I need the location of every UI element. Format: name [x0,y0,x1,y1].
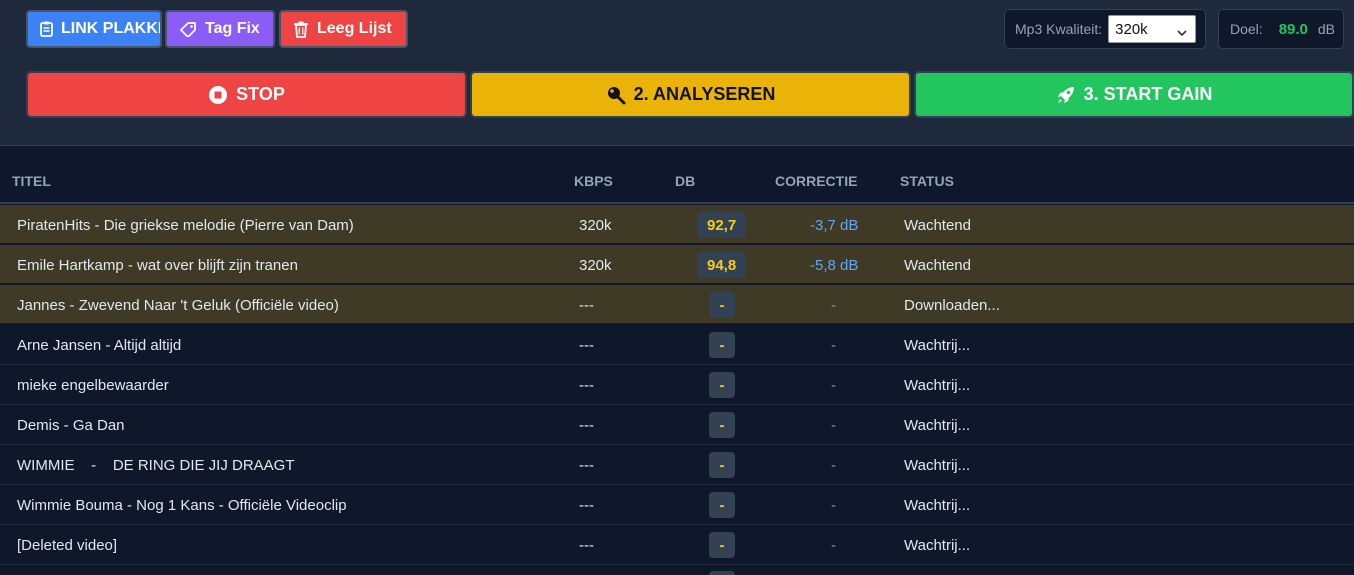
quality-value: 320k [1115,20,1148,38]
track-correction: - [831,537,836,554]
track-db-badge: - [709,532,735,558]
quality-label: Mp3 Kwaliteit: [1015,21,1103,37]
quality-select[interactable]: 320k [1108,15,1197,43]
chevron-down-icon [1177,24,1187,41]
partial-row-badge [709,571,735,575]
stop-icon [208,85,228,105]
paste-link-label: LINK PLAKKEN [61,20,160,37]
paste-link-button[interactable]: LINK PLAKKEN [26,10,162,48]
table-row[interactable]: [Deleted video] --- - - Wachtrij... [0,525,1354,565]
track-correction: -3,7 dB [810,217,859,234]
table-row[interactable]: Jannes - Zwevend Naar 't Geluk (Officiël… [0,285,1354,325]
track-correction: - [831,297,836,314]
track-title: mieke engelbewaarder [17,377,169,394]
track-correction: - [831,417,836,434]
track-correction: - [831,377,836,394]
table-row[interactable]: mieke engelbewaarder --- - - Wachtrij... [0,365,1354,405]
track-db-badge: - [709,492,735,518]
track-kbps: --- [579,377,594,394]
col-kbps-header[interactable]: KBPS [574,173,613,189]
col-correction-header[interactable]: CORRECTIE [775,173,857,189]
track-db-badge: - [709,452,735,478]
track-status: Downloaden... [904,297,1000,314]
table-row[interactable]: PiratenHits - Die griekse melodie (Pierr… [0,205,1354,245]
table-header: TITEL KBPS DB CORRECTIE STATUS [0,160,1354,204]
table-row[interactable]: WIMMIE - DE RING DIE JIJ DRAAGT --- - - … [0,445,1354,485]
track-status: Wachtrij... [904,377,971,394]
tag-fix-label: Tag Fix [205,20,260,37]
track-title: Jannes - Zwevend Naar 't Geluk (Officiël… [17,297,339,314]
clear-list-button[interactable]: Leeg Lijst [279,10,408,48]
track-status: Wachtrij... [904,417,971,434]
track-title: Arne Jansen - Altijd altijd [17,337,182,354]
track-correction: - [831,337,836,354]
analyze-label: 2. ANALYSEREN [633,84,776,104]
track-title: [Deleted video] [17,537,118,554]
target-unit: dB [1317,21,1336,37]
track-kbps: --- [579,337,594,354]
track-correction: - [831,497,836,514]
track-title: Demis - Ga Dan [17,417,125,434]
col-status-header[interactable]: STATUS [900,173,954,189]
track-kbps: 320k [579,257,612,274]
tag-fix-button[interactable]: Tag Fix [165,10,275,48]
table-row[interactable]: Wimmie Bouma - Nog 1 Kans - Officiële Vi… [0,485,1354,525]
trash-icon [293,21,309,38]
stop-label: STOP [236,84,285,104]
track-status: Wachtrij... [904,497,971,514]
stop-button[interactable]: STOP [26,71,467,118]
track-title: WIMMIE - DE RING DIE JIJ DRAAGT [17,457,295,474]
track-title: PiratenHits - Die griekse melodie (Pierr… [17,217,354,234]
col-title-header[interactable]: TITEL [12,173,51,189]
track-db-badge: - [709,372,735,398]
quality-control: Mp3 Kwaliteit: 320k [1004,9,1206,49]
target-value[interactable]: 89.0 [1279,21,1308,38]
track-kbps: --- [579,297,594,314]
col-db-header[interactable]: DB [675,173,695,189]
track-db-badge: 92,7 [697,212,747,238]
magnifier-icon [606,85,626,105]
target-control: Doel: 89.0 dB [1218,9,1344,49]
toolbar: LINK PLAKKEN Tag Fix Leeg Lijst Mp3 Kwal… [0,0,1354,146]
start-gain-label: 3. START GAIN [1083,84,1213,104]
table-row[interactable]: Arne Jansen - Altijd altijd --- - - Wach… [0,325,1354,365]
track-correction: - [831,457,836,474]
table-row[interactable]: Demis - Ga Dan --- - - Wachtrij... [0,405,1354,445]
track-kbps: --- [579,417,594,434]
track-title: Wimmie Bouma - Nog 1 Kans - Officiële Vi… [17,497,347,514]
track-kbps: --- [579,497,594,514]
target-label: Doel: [1230,21,1263,37]
track-correction: -5,8 dB [810,257,859,274]
track-db-badge: 94,8 [697,252,747,278]
track-title: Emile Hartkamp - wat over blijft zijn tr… [17,257,298,274]
track-db-badge: - [709,332,735,358]
track-status: Wachtend [904,217,971,234]
track-status: Wachtrij... [904,457,971,474]
track-kbps: --- [579,537,594,554]
track-list: PiratenHits - Die griekse melodie (Pierr… [0,205,1354,565]
track-kbps: --- [579,457,594,474]
track-db-badge: - [709,412,735,438]
tag-icon [179,21,197,37]
track-status: Wachtend [904,257,971,274]
analyze-button[interactable]: 2. ANALYSEREN [470,71,911,118]
start-gain-button[interactable]: 3. START GAIN [914,71,1354,118]
track-status: Wachtrij... [904,537,971,554]
track-kbps: 320k [579,217,612,234]
clear-list-label: Leeg Lijst [317,20,392,37]
rocket-icon [1056,85,1076,105]
table-row[interactable]: Emile Hartkamp - wat over blijft zijn tr… [0,245,1354,285]
track-status: Wachtrij... [904,337,971,354]
track-db-badge: - [709,292,735,318]
clipboard-icon [40,21,53,37]
